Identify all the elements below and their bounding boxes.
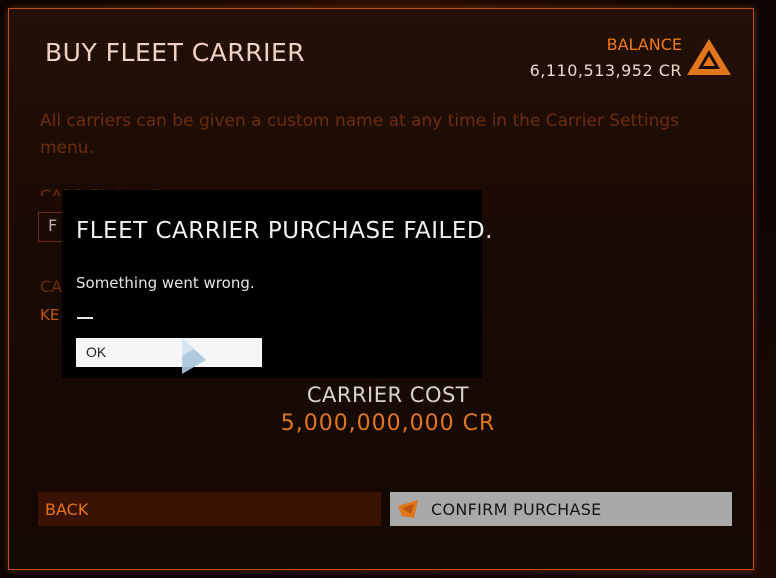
back-label: BACK <box>45 500 89 519</box>
page-title: BUY FLEET CARRIER <box>45 38 306 67</box>
carrier-cost-label: CARRIER COST <box>306 383 470 407</box>
ok-button[interactable]: OK <box>76 338 262 367</box>
confirm-purchase-button[interactable]: CONFIRM PURCHASE <box>390 492 732 526</box>
triangle-emblem-icon <box>687 39 731 75</box>
balance-value: 6,110,513,952 CR <box>529 61 682 80</box>
info-text: All carriers can be given a custom name … <box>40 111 680 158</box>
secondary-label: CA <box>40 277 63 296</box>
key-text: KE <box>40 306 60 324</box>
ok-label: OK <box>86 344 107 360</box>
back-button[interactable]: BACK <box>38 492 381 526</box>
confirm-purchase-label: CONFIRM PURCHASE <box>431 500 602 519</box>
pointer-cursor-icon <box>182 338 206 374</box>
carrier-name-value: F <box>48 216 58 235</box>
dialog-message: Something went wrong. <box>76 274 255 292</box>
carrier-cost-value: 5,000,000,000 CR <box>280 411 496 436</box>
carrier-icon <box>398 500 418 518</box>
balance-label: BALANCE <box>606 35 682 54</box>
dialog-title: FLEET CARRIER PURCHASE FAILED. <box>76 218 493 244</box>
dialog-divider <box>77 317 93 319</box>
